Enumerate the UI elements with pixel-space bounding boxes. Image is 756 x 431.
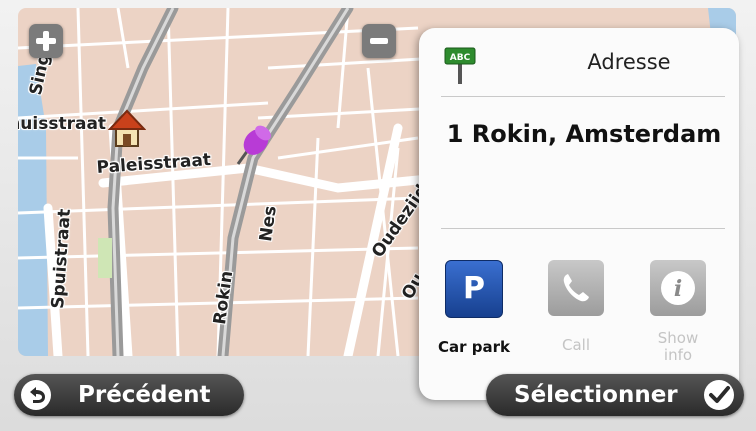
call-button[interactable]: Call: [531, 260, 621, 354]
home-icon: [108, 109, 146, 147]
zoom-in-button[interactable]: [29, 24, 63, 58]
select-label: Sélectionner: [514, 382, 678, 408]
select-button[interactable]: Sélectionner: [486, 374, 744, 416]
phone-icon: [548, 260, 604, 316]
location-panel: ABC Adresse 1 Rokin, Amsterdam P Car par…: [419, 28, 739, 400]
zoom-out-button[interactable]: [362, 24, 396, 58]
show-info-button[interactable]: i Show info: [633, 260, 723, 364]
plus-icon: [36, 31, 56, 51]
address-sign-icon: ABC: [444, 47, 476, 84]
call-label: Call: [561, 336, 590, 354]
panel-title: Adresse: [587, 50, 671, 74]
back-arrow-icon: [21, 380, 51, 410]
car-park-button[interactable]: P Car park: [429, 260, 519, 356]
svg-text:ABC: ABC: [450, 53, 471, 63]
divider: [441, 96, 725, 97]
car-park-label: Car park: [438, 338, 510, 356]
parking-icon: P: [445, 260, 503, 318]
street-label: Raadhuisstraat: [18, 114, 107, 134]
back-button[interactable]: Précédent: [14, 374, 244, 416]
checkmark-icon: [704, 380, 734, 410]
address-text: 1 Rokin, Amsterdam: [446, 120, 722, 148]
svg-text:i: i: [674, 276, 682, 302]
minus-icon: [370, 38, 388, 44]
show-info-label: Show info: [657, 329, 699, 364]
pin-icon: [236, 125, 271, 165]
back-label: Précédent: [78, 382, 211, 408]
divider: [441, 228, 725, 229]
info-icon: i: [650, 260, 706, 316]
